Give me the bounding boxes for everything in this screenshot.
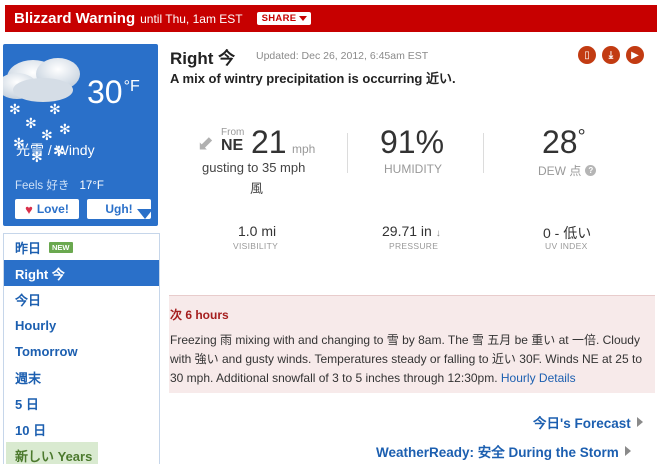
- dew-point-label: DEW 点 ?: [538, 162, 597, 179]
- alert-bar[interactable]: Blizzard Warning until Thu, 1am EST SHAR…: [5, 5, 657, 32]
- updated-timestamp: Updated: Dec 26, 2012, 6:45am EST: [256, 50, 429, 62]
- current-temperature: 30°F: [87, 74, 140, 110]
- next-6-hours-panel: 次 6 hours Freezing 雨 mixing with and cha…: [169, 295, 655, 393]
- arrow-right-icon: [624, 446, 631, 456]
- dew-point-value: 28°: [542, 124, 586, 160]
- new-badge: NEW: [49, 241, 73, 253]
- todays-forecast-link[interactable]: 今日's Forecast: [533, 412, 643, 432]
- alert-until: until Thu, 1am EST: [140, 11, 243, 26]
- current-condition: 光雪 / Windy: [16, 142, 95, 158]
- pressure-label: PRESSURE: [389, 241, 439, 251]
- nav-item-10-day[interactable]: 10 日: [4, 416, 159, 442]
- arrow-down-icon: ↓: [435, 228, 441, 239]
- feels-like: Feels 好き 17°F: [15, 177, 104, 193]
- next-6-hours-title: 次 6 hours: [170, 308, 229, 322]
- uv-index-label: UV INDEX: [545, 241, 588, 251]
- forecast-nav: 昨日 NEW Right 今 今日 Hourly Tomorrow 週末 5 日…: [3, 233, 160, 464]
- mobile-icon[interactable]: ▯: [578, 46, 596, 64]
- svg-text:✻: ✻: [49, 102, 61, 118]
- current-conditions-tile: ✻ ✻ ✻ ✻ ✻ ✻ ✻ ✻ 30°F 光雪 / Windy Feels 好き…: [3, 44, 158, 226]
- divider: [347, 133, 348, 173]
- tile-pointer: [137, 209, 153, 219]
- wind-unit: mph: [292, 142, 316, 156]
- nav-item-weekend[interactable]: 週末: [4, 364, 159, 390]
- uv-index-value: 0 - 低い: [543, 225, 592, 241]
- nav-item-yesterday[interactable]: 昨日 NEW: [4, 234, 159, 260]
- wind-gusts: gusting to 35 mph: [202, 160, 306, 175]
- weatherready-link[interactable]: WeatherReady: 安全 During the Storm: [376, 441, 631, 461]
- visibility-label: VISIBILITY: [233, 241, 279, 251]
- video-icon[interactable]: ▶: [626, 46, 644, 64]
- share-button[interactable]: SHARE: [256, 12, 312, 25]
- feels-like-value: 17°F: [79, 180, 104, 192]
- feels-like-label: Feels 好き: [15, 180, 70, 192]
- nav-item-tomorrow[interactable]: Tomorrow: [4, 338, 159, 364]
- love-button[interactable]: ♥ Love!: [15, 199, 79, 219]
- chevron-down-icon: [299, 16, 308, 21]
- page-title: Right 今: [170, 49, 236, 68]
- share-label: SHARE: [261, 13, 297, 24]
- heart-icon: ♥: [25, 201, 33, 217]
- humidity-label: HUMIDITY: [384, 162, 442, 176]
- temperature-unit: °F: [123, 78, 140, 95]
- conditions-summary: A mix of wintry precipitation is occurri…: [170, 71, 456, 86]
- pressure-value: 29.71 in ↓: [382, 223, 441, 239]
- wind-label: 風: [250, 181, 264, 196]
- help-icon[interactable]: ?: [585, 165, 597, 176]
- humidity-value: 91%: [380, 124, 445, 160]
- divider: [483, 133, 484, 173]
- nav-item-right-now[interactable]: Right 今: [4, 260, 159, 286]
- visibility-value: 1.0 mi: [238, 223, 277, 239]
- wind-speed: 21: [251, 124, 287, 160]
- alert-title[interactable]: Blizzard Warning: [14, 10, 135, 27]
- svg-text:✻: ✻: [59, 122, 71, 138]
- nav-item-label: 昨日: [15, 240, 42, 256]
- nav-item-today[interactable]: 今日: [4, 286, 159, 312]
- nav-item-new-years[interactable]: 新しい Years: [6, 442, 98, 464]
- wind-direction: NE: [221, 137, 244, 154]
- arrow-right-icon: [636, 417, 643, 427]
- header-actions: ▯ ⤓ ▶: [578, 46, 644, 64]
- love-label: Love!: [36, 202, 69, 216]
- ugh-label: Ugh!: [105, 202, 133, 216]
- svg-text:✻: ✻: [25, 116, 37, 132]
- snow-cloud-icon: ✻ ✻ ✻ ✻ ✻ ✻ ✻ ✻: [3, 58, 80, 166]
- next-6-hours-text: Freezing 雨 mixing with and changing to 雪…: [170, 333, 642, 385]
- download-icon[interactable]: ⤓: [602, 46, 620, 64]
- svg-text:✻: ✻: [9, 102, 21, 118]
- nav-item-5-day[interactable]: 5 日: [4, 390, 159, 416]
- wind-arrow-icon: ⬋: [197, 133, 214, 155]
- hourly-details-link[interactable]: Hourly Details: [501, 371, 576, 385]
- nav-item-hourly[interactable]: Hourly: [4, 312, 159, 338]
